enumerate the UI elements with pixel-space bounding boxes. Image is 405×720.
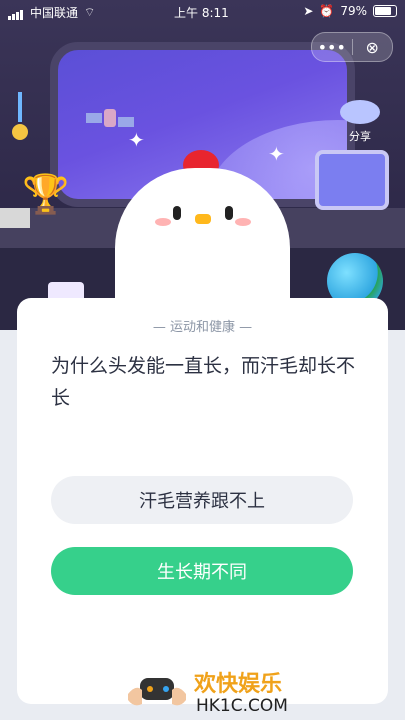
location-icon: ➤ (303, 4, 314, 18)
close-button[interactable]: ⊗ (353, 33, 393, 61)
clock: 上午 8:11 (174, 6, 229, 20)
share-label: 分享 (349, 130, 371, 143)
answer-option-label: 汗毛营养跟不上 (139, 491, 265, 512)
miniapp-capsule: ••• ⊗ (311, 32, 393, 62)
carrier-label: 中国联通 (30, 6, 79, 20)
watermark-cn: 欢快娱乐 (194, 672, 283, 697)
signal-icon (8, 6, 24, 20)
battery-percent: 79% (340, 4, 367, 18)
question-card: — 运动和健康 — 为什么头发能一直长，而汗毛却长不长 汗毛营养跟不上 生长期不… (17, 298, 388, 704)
alarm-icon: ⏰ (319, 4, 335, 18)
alien-monitor (315, 150, 389, 210)
share-widget[interactable]: 分享 (340, 100, 380, 144)
wifi-icon: ⌔ (84, 5, 96, 19)
watermark-logo: 欢快娱乐 HK1C.COM (128, 660, 288, 720)
battery-icon (373, 5, 397, 17)
category-label: — 运动和健康 — (152, 320, 253, 335)
chicken-eye (225, 206, 233, 220)
chicken-eye (173, 206, 181, 220)
status-bar: 中国联通 ⌔ 上午 8:11 ➤ ⏰ 79% (0, 0, 405, 22)
close-circle-icon: ⊗ (365, 37, 379, 57)
chicken-cheek (235, 218, 251, 226)
answer-option-2[interactable]: 生长期不同 (51, 547, 353, 595)
more-button[interactable]: ••• (312, 33, 352, 61)
trophy-icon: 🏆 (22, 172, 70, 216)
more-dots-icon: ••• (317, 37, 346, 57)
satellite-icon (86, 109, 134, 127)
answer-option-1[interactable]: 汗毛营养跟不上 (51, 476, 353, 524)
medal-icon (12, 92, 28, 140)
question-text: 为什么头发能一直长，而汗毛却长不长 (51, 355, 356, 409)
answer-option-label: 生长期不同 (157, 562, 247, 583)
chicken-cheek (155, 218, 171, 226)
chicken-beak (195, 214, 211, 224)
watermark-en: HK1C.COM (196, 696, 288, 716)
ufo-icon (340, 100, 380, 124)
gamepad-hands-icon (128, 678, 186, 706)
